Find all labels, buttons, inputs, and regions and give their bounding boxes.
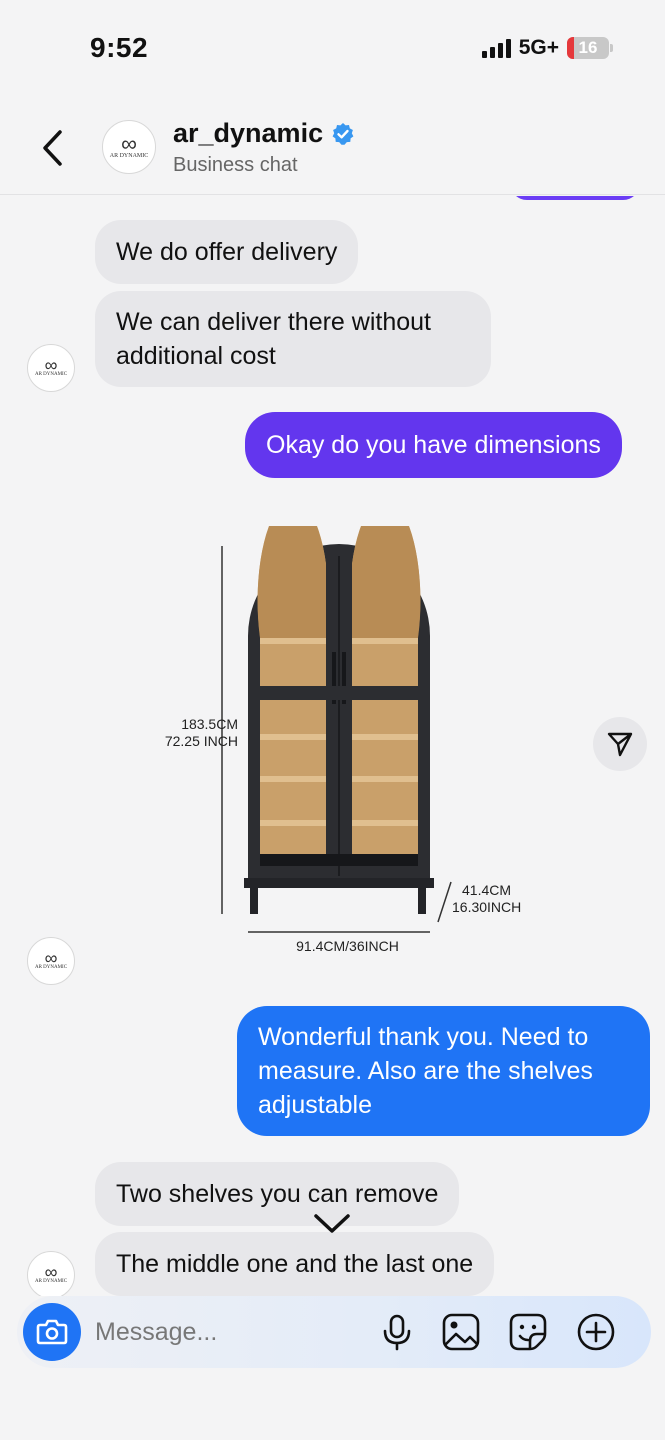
gallery-button[interactable] <box>441 1312 481 1352</box>
outgoing-message[interactable]: Okay do you have dimensions <box>245 412 622 478</box>
avatar-logo-text: AR DYNAMIC <box>109 152 149 159</box>
chat-thread[interactable]: We do offer delivery We can deliver ther… <box>0 196 665 1296</box>
back-button[interactable] <box>36 128 72 168</box>
height-cm: 183.5CM <box>181 716 238 732</box>
contact-name-row[interactable]: ar_dynamic <box>173 118 355 149</box>
sender-avatar[interactable]: ∞ AR DYNAMIC <box>27 937 75 985</box>
voice-message-button[interactable] <box>377 1312 417 1352</box>
status-bar: 9:52 5G+ 16 <box>0 0 665 100</box>
network-label: 5G+ <box>518 36 559 59</box>
message-input[interactable] <box>95 1314 365 1350</box>
message-text: The middle one and the last one <box>116 1250 474 1278</box>
share-icon <box>607 732 633 757</box>
camera-button[interactable] <box>23 1303 81 1361</box>
message-text: We do offer delivery <box>116 238 338 266</box>
contact-subtitle: Business chat <box>173 154 298 176</box>
status-time: 9:52 <box>90 32 149 63</box>
depth-cm: 41.4CM <box>462 882 512 898</box>
avatar-logo-text: AR DYNAMIC <box>34 372 68 377</box>
chat-header: ∞ AR DYNAMIC ar_dynamic Business chat <box>0 100 665 195</box>
product-image-message[interactable]: 183.5CM 72.25 INCH 91.4CM/36INCH 41.4CM … <box>100 499 540 966</box>
sticker-button[interactable] <box>508 1312 548 1352</box>
previous-message-bubble <box>510 196 640 200</box>
more-options-button[interactable] <box>576 1312 616 1352</box>
message-text: Okay do you have dimensions <box>266 431 601 459</box>
gallery-icon <box>442 1313 480 1351</box>
status-indicators: 5G+ 16 <box>481 36 613 60</box>
incoming-message[interactable]: We do offer delivery <box>95 220 359 284</box>
incoming-message[interactable]: Two shelves you can remove <box>95 1162 460 1226</box>
signal-icon <box>481 38 511 58</box>
battery-fill <box>567 37 574 59</box>
header-avatar[interactable]: ∞ AR DYNAMIC <box>102 120 156 174</box>
battery-icon: 16 <box>567 37 613 59</box>
outgoing-message[interactable]: Wonderful thank you. Need to measure. Al… <box>237 1006 650 1136</box>
chevron-down-icon <box>314 1214 350 1233</box>
depth-inch: 16.30INCH <box>452 899 522 915</box>
infinity-logo-icon: ∞ <box>44 355 58 375</box>
incoming-message[interactable]: We can deliver there without additional … <box>95 291 491 387</box>
sticker-icon <box>509 1313 547 1351</box>
contact-name: ar_dynamic <box>173 118 324 148</box>
message-text: Two shelves you can remove <box>116 1180 439 1208</box>
scroll-to-bottom-button[interactable] <box>310 1208 354 1238</box>
camera-icon <box>36 1319 68 1345</box>
avatar-logo-text: AR DYNAMIC <box>34 1279 68 1284</box>
infinity-logo-icon: ∞ <box>44 1262 58 1282</box>
width-dimension-label: 91.4CM/36INCH <box>296 938 399 954</box>
battery-level: 16 <box>578 38 598 57</box>
height-inch: 72.25 INCH <box>164 733 238 749</box>
verified-badge-icon <box>332 122 354 145</box>
sender-avatar[interactable]: ∞ AR DYNAMIC <box>27 344 75 392</box>
sender-avatar[interactable]: ∞ AR DYNAMIC <box>27 1251 75 1296</box>
message-composer <box>17 1296 651 1368</box>
microphone-icon <box>383 1314 411 1351</box>
back-chevron-icon <box>43 130 62 166</box>
incoming-message[interactable]: The middle one and the last one <box>95 1232 495 1296</box>
plus-icon <box>577 1313 615 1351</box>
message-text: Wonderful thank you. Need to measure. Al… <box>258 1023 593 1119</box>
avatar-logo-text: AR DYNAMIC <box>34 965 68 970</box>
height-dimension-label: 183.5CM 72.25 INCH <box>130 716 238 750</box>
depth-dimension-label: 41.4CM 16.30INCH <box>452 882 521 916</box>
share-button[interactable] <box>593 717 647 771</box>
infinity-logo-icon: ∞ <box>121 130 137 156</box>
infinity-logo-icon: ∞ <box>44 948 58 968</box>
message-text: We can deliver there without additional … <box>116 308 431 370</box>
